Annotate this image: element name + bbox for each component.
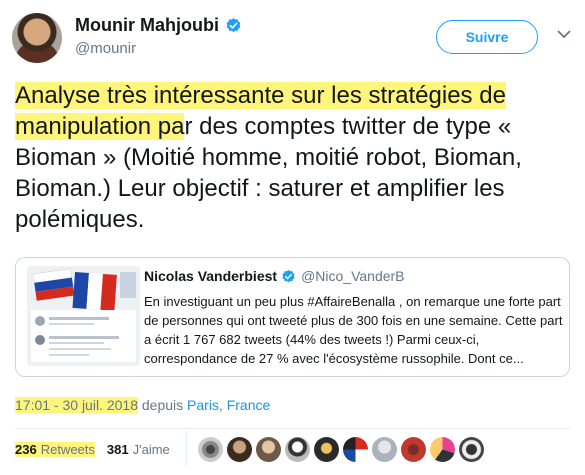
quoted-tweet-text: En investiguant un peu plus #AffaireBena… (144, 294, 563, 366)
chevron-down-icon[interactable] (556, 26, 572, 42)
quoted-tweet-image[interactable] (27, 266, 140, 366)
verified-badge-icon (226, 18, 241, 33)
liker-avatar[interactable] (343, 437, 368, 462)
quoted-author-name: Nicolas Vanderbiest (144, 268, 278, 284)
liker-avatar[interactable] (459, 437, 484, 462)
author-handle[interactable]: @mounir (75, 40, 136, 57)
tweet-text: Analyse très intéressante sur les straté… (15, 80, 575, 235)
tweet-timestamp-row: 17:01 - 30 juil. 2018 depuis Paris, Fran… (15, 397, 270, 413)
divider (15, 428, 570, 429)
liker-avatar[interactable] (198, 437, 223, 462)
retweets-label: Retweets (40, 442, 95, 457)
timestamp-from-label: depuis (141, 397, 184, 413)
follow-button[interactable]: Suivre (436, 20, 538, 54)
quoted-tweet-card[interactable]: Nicolas Vanderbiest @Nico_VanderB En inv… (15, 257, 570, 377)
likes-label: J'aime (132, 442, 170, 457)
likes-stat[interactable]: 381 J'aime (107, 442, 170, 457)
liker-avatars (198, 437, 488, 462)
liker-avatar[interactable] (227, 437, 252, 462)
stats-divider (186, 430, 187, 466)
retweets-stat[interactable]: 236 Retweets (15, 442, 95, 457)
liker-avatar[interactable] (314, 437, 339, 462)
location-link[interactable]: Paris, France (187, 397, 270, 413)
liker-avatar[interactable] (430, 437, 455, 462)
author-name-row[interactable]: Mounir Mahjoubi (75, 15, 242, 36)
liker-avatar[interactable] (256, 437, 281, 462)
quoted-tweet-header: Nicolas Vanderbiest @Nico_VanderB (144, 268, 405, 284)
verified-badge-icon (282, 269, 295, 282)
quoted-image-graphic (27, 266, 140, 366)
author-name[interactable]: Mounir Mahjoubi (75, 15, 219, 36)
tweet-timestamp[interactable]: 17:01 - 30 juil. 2018 (15, 397, 138, 413)
liker-avatar[interactable] (285, 437, 310, 462)
likes-count: 381 (106, 442, 129, 457)
author-avatar[interactable] (12, 13, 62, 63)
retweets-count: 236 (15, 442, 37, 457)
tweet-stats: 236 Retweets 381 J'aime (15, 442, 170, 457)
liker-avatar[interactable] (401, 437, 426, 462)
quoted-author-handle: @Nico_VanderB (301, 268, 405, 284)
liker-avatar[interactable] (372, 437, 397, 462)
